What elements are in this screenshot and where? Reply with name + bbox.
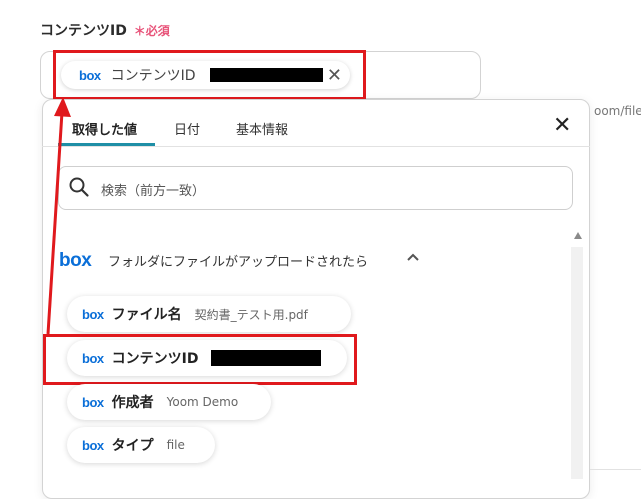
annotation-arrow [46,97,71,335]
